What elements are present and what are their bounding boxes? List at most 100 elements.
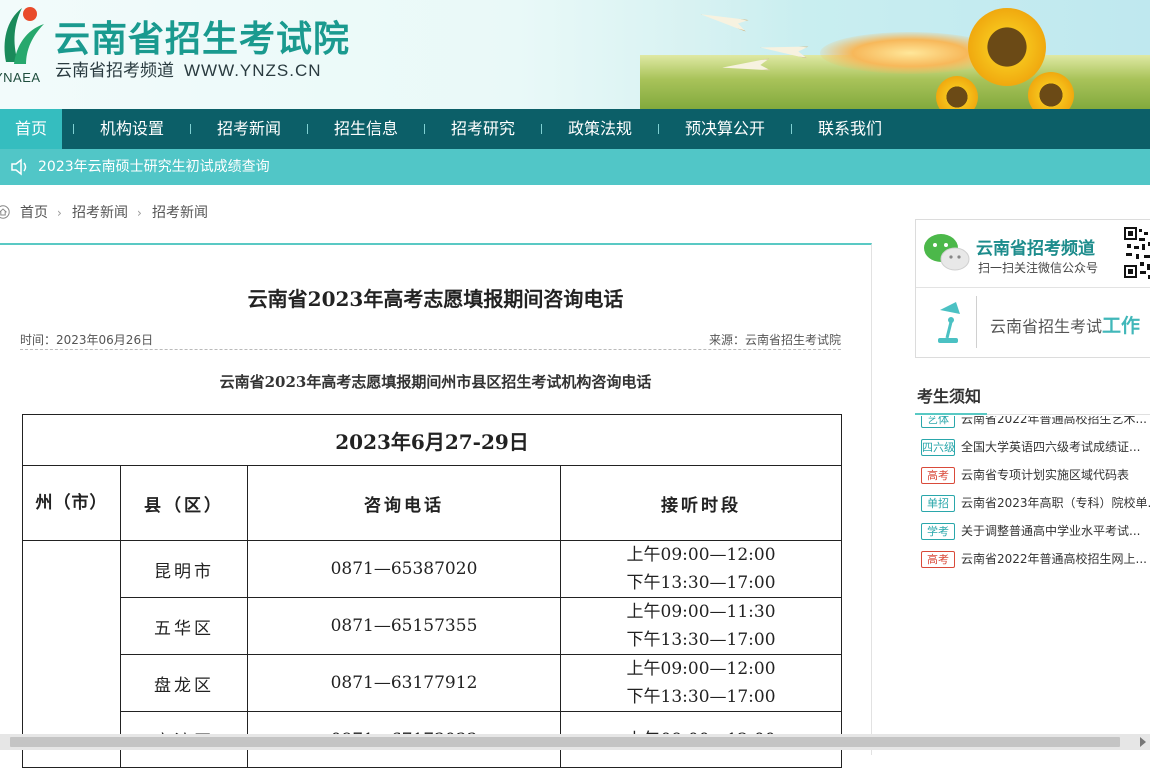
notice-bar: 2023年云南硕士研究生初试成绩查询 [0,149,1150,185]
article-subtitle: 云南省2023年高考志愿填报期间州市县区招生考试机构咨询电话 [219,373,652,391]
category-tag: 艺体 [921,416,955,428]
county-cell: 盘龙区 [120,654,248,712]
category-tag: 单招 [921,495,955,512]
main-nav: 首页 机构设置 招考新闻 招生信息 招考研究 政策法规 预决算公开 联系我们 [0,109,1150,149]
work-link: 云南省招生考试工作 [990,311,1140,338]
hours-cell: 上午09:00—12:00 下午13:30—17:00 [559,540,843,598]
table-row: 五华区 0871—65157355 上午09:00—11:30 下午13:30—1… [23,597,843,655]
nav-item-research[interactable]: 招考研究 [451,109,515,149]
nav-divider [307,124,308,134]
hours-cell: 上午09:00—11:30 下午13:30—17:00 [559,597,843,655]
wechat-card[interactable]: 云南省招考频道 扫一扫关注微信公众号 云南省招生考试工作 [915,219,1150,358]
list-item-text[interactable]: 云南省专项计划实施区域代码表 [961,468,1129,482]
hours-am: 上午09:00—11:30 [626,602,776,622]
nav-item-admissions[interactable]: 招生信息 [334,109,398,149]
hours-am: 上午09:00—12:00 [626,659,776,679]
county-cell: 五华区 [120,597,248,655]
nav-divider [190,124,191,134]
breadcrumb-home[interactable]: 首页 [20,201,48,225]
wechat-subtitle: 扫一扫关注微信公众号 [978,261,1099,275]
work-text: 云南省招生考试 [990,317,1103,336]
column-header-hours: 接听时段 [559,465,843,541]
nav-item-home[interactable]: 首页 [0,109,62,149]
wechat-icon [924,234,970,271]
category-tag: 四六级 [921,439,955,456]
phone-table: 2023年6月27-29日 州（市） 县（区） 咨询电话 接听时段 昆明市 08… [21,414,843,768]
work-highlight: 工作 [1102,315,1141,337]
site-url[interactable]: WWW.YNZS.CN [184,61,322,80]
article-title: 云南省2023年高考志愿填报期间咨询电话 [247,287,624,311]
nav-divider [658,124,659,134]
wechat-title: 云南省招考频道 [976,239,1095,259]
logo-text: YNAEA [0,70,41,85]
home-icon [0,205,10,219]
title-rule [987,414,1150,415]
card-divider [976,296,977,348]
horizontal-scrollbar[interactable] [0,734,1150,750]
qr-code-icon [1124,226,1150,282]
title-underline [915,413,987,415]
list-item-text[interactable]: 云南省2022年普通高校招生网上... [961,552,1147,566]
article-time: 时间：2023年06月26日 [20,333,154,347]
scroll-right-arrow-icon[interactable] [1140,737,1146,747]
nav-item-contact[interactable]: 联系我们 [818,109,882,149]
category-tag: 高考 [921,467,955,484]
article: 云南省2023年高考志愿填报期间咨询电话 时间：2023年06月26日 来源：云… [0,243,872,768]
table-row: 盘龙区 0871—63177912 上午09:00—12:00 下午13:30—1… [23,654,843,712]
scrollbar-thumb[interactable] [10,737,1120,747]
list-item-text[interactable]: 全国大学英语四六级考试成绩证... [961,440,1140,454]
list-item[interactable]: 艺体 云南省2022年普通高校招生艺术... [915,416,1150,433]
phone-cell: 0871—63177912 [247,654,561,712]
table-row: 昆明市 0871—65387020 上午09:00—12:00 下午13:30—1… [22,540,843,768]
notice-link[interactable]: 2023年云南硕士研究生初试成绩查询 [38,149,270,185]
header-banner: YNAEA 云南省招生考试院 云南省招考频道 WWW.YNZS.CN [0,0,1150,109]
sunflower-icon [968,8,1046,86]
speaker-icon [11,158,27,176]
column-header-prefecture: 州（市） [22,465,121,541]
site-subtitle: 云南省招考频道 WWW.YNZS.CN [55,56,322,81]
county-cell: 昆明市 [120,540,248,598]
hours-am: 上午09:00—12:00 [626,545,776,565]
hours-pm: 下午13:30—17:00 [626,573,776,593]
column-header-county: 县（区） [120,465,248,541]
list-item[interactable]: 单招 云南省2023年高职（专科）院校单... [915,489,1150,517]
channel-name: 云南省招考频道 [55,61,174,81]
lamp-icon [938,302,960,343]
hours-cell: 上午09:00—12:00 下午13:30—17:00 [559,654,843,712]
list-item-text[interactable]: 云南省2022年普通高校招生艺术... [961,416,1147,426]
hours-pm: 下午13:30—17:00 [626,687,776,707]
article-source: 来源：云南省招生考试院 [708,333,841,347]
notice-list: 艺体 云南省2022年普通高校招生艺术... 四六级 全国大学英语四六级考试成绩证.… [915,416,1150,568]
card-divider [916,287,1150,288]
column-header-phone: 咨询电话 [247,465,561,541]
phone-cell: 0871—65157355 [247,597,561,655]
paper-plane-icon [699,8,748,31]
nav-item-organization[interactable]: 机构设置 [100,109,164,149]
nav-divider [73,124,74,134]
list-item[interactable]: 高考 云南省2022年普通高校招生网上... [915,545,1150,568]
list-item[interactable]: 高考 云南省专项计划实施区域代码表 [915,461,1150,489]
phone-cell: 0871—65387020 [247,540,561,598]
category-tag: 学考 [921,523,955,540]
chevron-right-icon: › [137,206,142,220]
hours-pm: 下午13:30—17:00 [626,630,776,650]
nav-item-news[interactable]: 招考新闻 [217,109,281,149]
nav-item-policy[interactable]: 政策法规 [568,109,632,149]
notice-panel-title: 考生须知 [917,387,982,406]
meta-divider [20,349,841,350]
list-item-text[interactable]: 云南省2023年高职（专科）院校单... [961,496,1150,510]
table-date-header: 2023年6月27-29日 [21,414,843,466]
list-item[interactable]: 学考 关于调整普通高中学业水平考试... [915,517,1150,545]
site-title: 云南省招生考试院 [54,19,351,60]
category-tag: 高考 [921,551,955,568]
nav-divider [791,124,792,134]
chevron-right-icon: › [57,206,62,220]
breadcrumb-news[interactable]: 招考新闻 [72,201,128,225]
logo-icon[interactable] [0,2,48,66]
list-item-text[interactable]: 关于调整普通高中学业水平考试... [961,524,1140,538]
breadcrumb-current[interactable]: 招考新闻 [152,201,208,225]
nav-divider [541,124,542,134]
nav-divider [424,124,425,134]
nav-item-budget[interactable]: 预决算公开 [685,109,765,149]
list-item[interactable]: 四六级 全国大学英语四六级考试成绩证... [915,433,1150,461]
